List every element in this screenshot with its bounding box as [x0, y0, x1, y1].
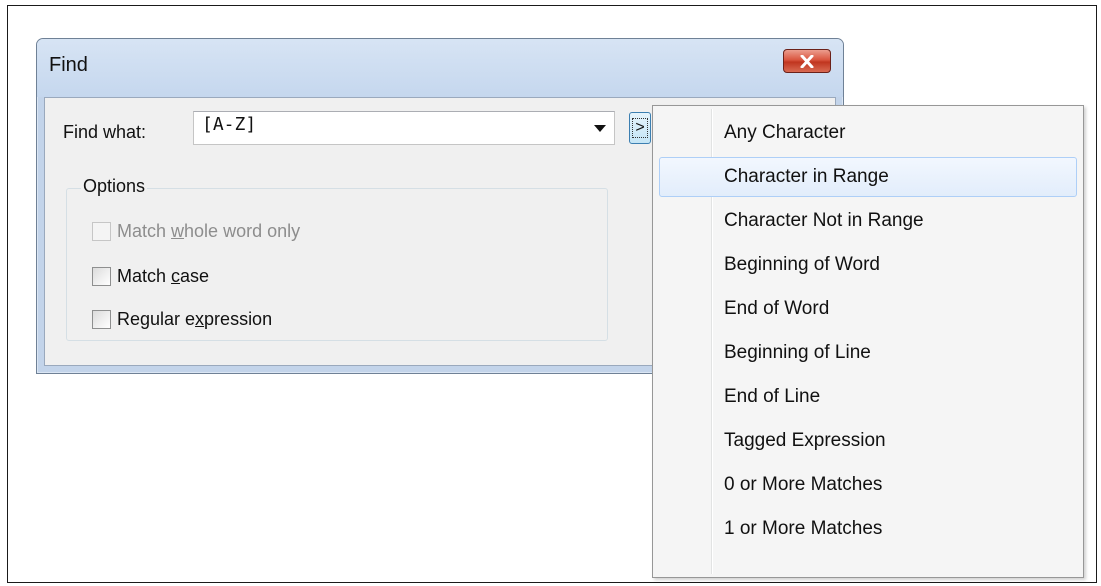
regular-expression-checkbox[interactable]	[92, 310, 111, 329]
regex-builder-button-label: >	[632, 118, 648, 138]
close-icon	[800, 54, 814, 68]
chevron-down-icon[interactable]	[594, 125, 606, 132]
find-what-input[interactable]	[202, 114, 572, 135]
menu-item-character-in-range[interactable]: Character in Range	[659, 157, 1077, 197]
menu-item-one-or-more-matches[interactable]: 1 or More Matches	[659, 509, 1077, 549]
dialog-title: Find	[49, 54, 88, 76]
menu-item-beginning-of-line[interactable]: Beginning of Line	[659, 333, 1077, 373]
regex-popup-menu: Any Character Character in Range Charact…	[652, 105, 1084, 578]
options-group: Options Match whole word only Match case…	[66, 176, 608, 341]
title-bar[interactable]: Find	[37, 39, 843, 97]
find-what-combo[interactable]	[193, 111, 615, 145]
menu-item-end-of-word[interactable]: End of Word	[659, 289, 1077, 329]
menu-item-any-character[interactable]: Any Character	[659, 113, 1077, 153]
match-whole-word-option[interactable]: Match whole word only	[92, 221, 300, 242]
menu-item-character-not-in-range[interactable]: Character Not in Range	[659, 201, 1077, 241]
options-legend: Options	[81, 176, 148, 197]
menu-item-beginning-of-word[interactable]: Beginning of Word	[659, 245, 1077, 285]
menu-item-end-of-line[interactable]: End of Line	[659, 377, 1077, 417]
regular-expression-option[interactable]: Regular expression	[92, 309, 272, 330]
match-whole-word-label: Match whole word only	[117, 221, 301, 241]
menu-item-zero-or-more-matches[interactable]: 0 or More Matches	[659, 465, 1077, 505]
close-button[interactable]	[783, 49, 831, 73]
regex-builder-button[interactable]: >	[629, 112, 651, 144]
menu-item-tagged-expression[interactable]: Tagged Expression	[659, 421, 1077, 461]
match-whole-word-checkbox[interactable]	[92, 222, 111, 241]
match-case-option[interactable]: Match case	[92, 266, 209, 287]
match-case-label: Match case	[117, 266, 210, 286]
match-case-checkbox[interactable]	[92, 267, 111, 286]
find-what-label: Find what:	[63, 122, 147, 142]
regular-expression-label: Regular expression	[117, 309, 273, 329]
